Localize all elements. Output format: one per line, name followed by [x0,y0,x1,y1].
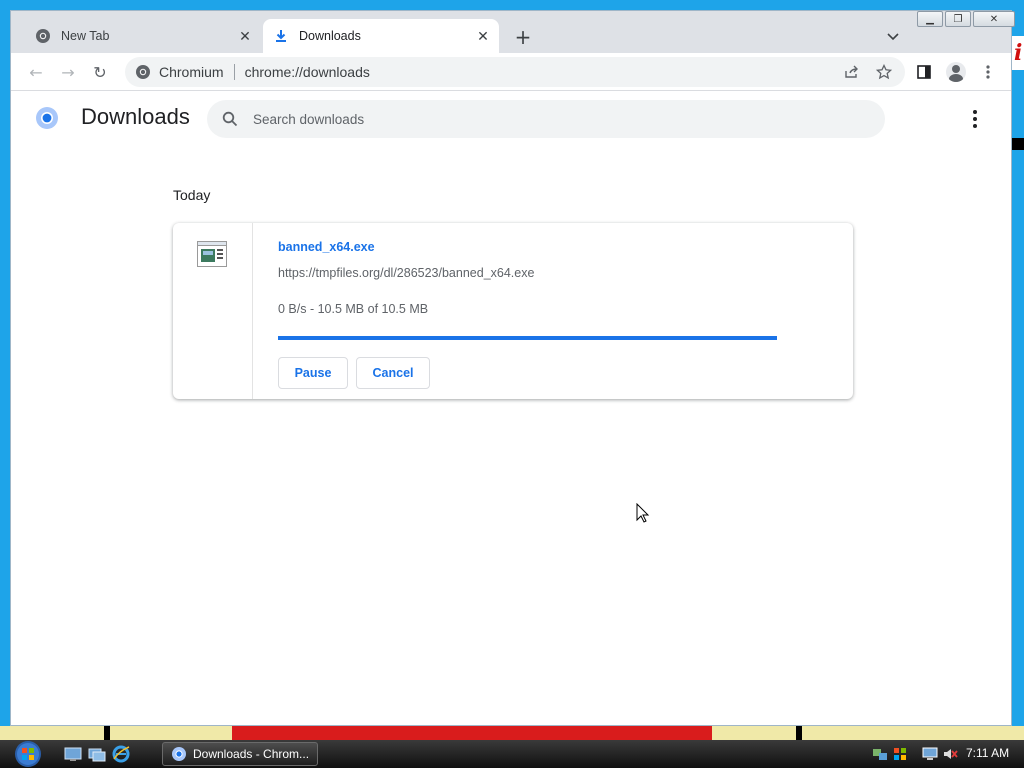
internet-explorer-icon[interactable] [112,745,130,763]
taskbar-clock: 7:11 AM [966,746,1010,760]
close-tab-icon[interactable]: ✕ [235,26,255,46]
desktop-wallpaper-fragment [1012,138,1024,150]
show-desktop-icon[interactable] [64,745,82,763]
desktop-strip-right: i [1012,0,1024,740]
tab-label: Downloads [299,29,361,43]
profile-icon[interactable] [945,61,967,83]
page-title: Downloads [81,104,190,129]
search-downloads-box[interactable] [207,100,885,138]
close-window-button[interactable]: ✕ [973,11,1015,27]
tab-search-button[interactable] [883,27,903,47]
forward-button[interactable]: → [57,61,79,83]
chromium-logo-icon [35,106,59,130]
downloads-header: Downloads [11,92,1011,148]
start-button[interactable] [10,740,46,768]
switch-windows-icon[interactable] [88,745,106,763]
download-icon [273,28,289,44]
chromium-icon [171,746,187,762]
download-filename-link[interactable]: banned_x64.exe [278,240,375,254]
download-status-text: 0 B/s - 10.5 MB of 10.5 MB [278,302,429,316]
url-text[interactable]: chrome://downloads [245,64,841,80]
tab-label: New Tab [61,29,110,43]
site-name: Chromium [159,64,224,80]
desktop-strip-left [0,0,10,740]
taskbar: Downloads - Chrom... 7:11 AM [0,740,1024,768]
tab-downloads[interactable]: Downloads ✕ [263,19,499,53]
download-source-url[interactable]: https://tmpfiles.org/dl/286523/banned_x6… [278,266,534,280]
search-icon [221,110,239,128]
browser-toolbar: ← → ↻ Chromium chrome://downloads [11,53,1011,91]
kebab-menu-icon[interactable] [977,61,999,83]
tab-new-tab[interactable]: New Tab ✕ [25,19,261,53]
desktop-wallpaper-fragment: i [1012,36,1024,70]
desktop-strip-top [0,0,1024,10]
display-icon[interactable] [922,746,938,762]
close-tab-icon[interactable]: ✕ [473,26,493,46]
date-group-label: Today [173,187,211,203]
chromium-icon [35,28,51,44]
desktop-strip-bottom [0,726,1024,740]
back-button[interactable]: ← [25,61,47,83]
address-bar[interactable]: Chromium chrome://downloads [125,57,905,87]
taskbar-task-downloads[interactable]: Downloads - Chrom... [162,742,318,766]
downloads-menu-icon[interactable] [965,108,985,130]
new-tab-button[interactable]: + [511,25,535,49]
taskbar-task-label: Downloads - Chrom... [193,747,310,761]
volume-muted-icon[interactable] [942,746,958,762]
restore-button[interactable]: ❐ [945,11,971,27]
download-progress-bar [278,336,777,340]
mouse-cursor-icon [636,502,650,523]
reload-button[interactable]: ↻ [89,61,111,83]
network-icon[interactable] [872,746,888,762]
minimize-button[interactable]: ▁ [917,11,943,27]
chromium-icon [135,64,151,80]
window-controls: ▁ ❐ ✕ [915,11,1015,27]
file-icon-column [173,223,253,399]
search-input[interactable] [253,111,833,127]
side-panel-icon[interactable] [913,61,935,83]
downloads-page: Downloads Today banned_x64.exe https://t… [11,92,1011,725]
tab-strip: New Tab ✕ Downloads ✕ + ▁ ❐ ✕ [11,11,1015,53]
pause-button[interactable]: Pause [278,357,348,389]
omnibox-separator [233,64,235,80]
download-progress-fill [278,336,777,340]
star-icon[interactable] [873,61,895,83]
cancel-button[interactable]: Cancel [356,357,430,389]
executable-file-icon [197,241,227,267]
share-icon[interactable] [841,61,863,83]
browser-window: New Tab ✕ Downloads ✕ + ▁ ❐ ✕ ← → ↻ Chro… [10,10,1015,726]
windows-update-icon[interactable] [892,746,908,762]
download-item-card: banned_x64.exe https://tmpfiles.org/dl/2… [173,223,853,399]
